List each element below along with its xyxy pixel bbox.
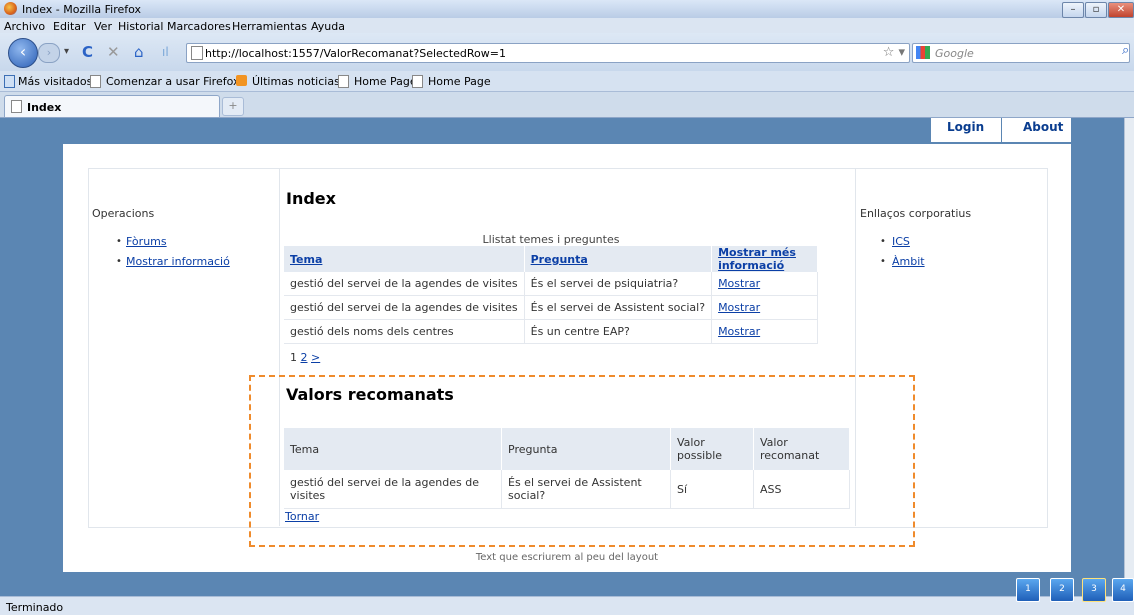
- menu-archivo[interactable]: Archivo: [4, 20, 45, 33]
- search-placeholder[interactable]: Google: [935, 47, 974, 60]
- menu-editar[interactable]: Editar: [53, 20, 86, 33]
- menu-ver[interactable]: Ver: [94, 20, 112, 33]
- cell-tema: gestió del servei de la agendes de visit…: [284, 295, 525, 320]
- page-icon: [11, 100, 22, 113]
- history-dropdown-icon[interactable]: ▾: [64, 44, 69, 60]
- title-bar: Index - Mozilla Firefox – ▫ ✕: [0, 0, 1134, 19]
- menu-ayuda[interactable]: Ayuda: [311, 20, 345, 33]
- table-row: gestió del servei de la agendes de visit…: [284, 272, 818, 296]
- ambit-link[interactable]: Àmbit: [892, 255, 925, 268]
- bookmark-home-page-1[interactable]: Home Page: [354, 75, 417, 88]
- tab-bar: Index +: [0, 92, 1134, 118]
- rss-icon: [236, 75, 247, 86]
- status-text: Terminado: [6, 601, 64, 614]
- desktop-switcher-2[interactable]: 2: [1050, 578, 1074, 602]
- ics-link[interactable]: ICS: [892, 235, 910, 248]
- signal-icon: ıl: [162, 45, 169, 59]
- column-header-mostrar[interactable]: Mostrar més informació: [711, 246, 818, 272]
- column-header-tema[interactable]: Tema: [284, 246, 525, 272]
- cell-pregunta: És el servei de psiquiatria?: [524, 272, 713, 296]
- search-go-icon[interactable]: ⌕: [1122, 43, 1129, 59]
- pager-next[interactable]: >: [311, 351, 320, 364]
- cell-pregunta: És un centre EAP?: [524, 319, 713, 344]
- cell-action: Mostrar: [711, 295, 818, 320]
- bookmark-ultimas-noticias[interactable]: Últimas noticias: [252, 75, 340, 88]
- menu-marcadores[interactable]: Marcadores: [167, 20, 231, 33]
- show-link[interactable]: Mostrar: [718, 277, 760, 290]
- table-caption: Llistat temes i preguntes: [482, 233, 620, 246]
- most-visited-icon: [4, 75, 15, 88]
- table-row: gestió dels noms dels centres És un cent…: [284, 319, 818, 344]
- maximize-button[interactable]: ▫: [1085, 2, 1107, 18]
- top-navigation: Login About: [931, 118, 1071, 142]
- navigation-toolbar: ‹ › ▾ C ✕ ⌂ ıl http://localhost:1557/Val…: [0, 33, 1134, 71]
- table-header-row: Tema Pregunta Mostrar més informació: [284, 246, 818, 272]
- column-header-pregunta[interactable]: Pregunta: [524, 246, 713, 272]
- bookmark-comenzar-firefox[interactable]: Comenzar a usar Firefox: [106, 75, 240, 88]
- firefox-icon: [4, 2, 17, 15]
- search-box[interactable]: Google: [912, 43, 1130, 63]
- url-text[interactable]: http://localhost:1557/ValorRecomanat?Sel…: [205, 47, 506, 60]
- bullet: •: [116, 256, 122, 267]
- page-footer: Text que escriurem al peu del layout: [475, 552, 659, 563]
- cell-action: Mostrar: [711, 272, 818, 296]
- vertical-scrollbar[interactable]: [1124, 118, 1134, 596]
- url-bar[interactable]: http://localhost:1557/ValorRecomanat?Sel…: [186, 43, 910, 63]
- tab-label: Index: [27, 101, 62, 114]
- pager-page-2[interactable]: 2: [301, 351, 308, 364]
- bookmark-star-icon[interactable]: ☆ ▾: [883, 45, 905, 60]
- desktop-switcher-3[interactable]: 3: [1082, 578, 1106, 602]
- close-button[interactable]: ✕: [1108, 2, 1134, 18]
- pager-current: 1: [290, 351, 297, 364]
- questions-table: Tema Pregunta Mostrar més informació ges…: [284, 246, 818, 344]
- menu-bar: Archivo Editar Ver Historial Marcadores …: [0, 18, 1134, 33]
- cell-tema: gestió dels noms dels centres: [284, 319, 525, 344]
- menu-historial[interactable]: Historial: [118, 20, 163, 33]
- menu-herramientas[interactable]: Herramientas: [232, 20, 307, 33]
- bullet: •: [116, 236, 122, 247]
- table-row: gestió del servei de la agendes de visit…: [284, 295, 818, 320]
- right-heading: Enllaços corporatius: [860, 207, 972, 220]
- cell-tema: gestió del servei de la agendes de visit…: [284, 272, 525, 296]
- show-link[interactable]: Mostrar: [718, 301, 760, 314]
- about-link[interactable]: About: [1023, 120, 1063, 134]
- home-icon[interactable]: ⌂: [134, 44, 144, 60]
- reload-icon[interactable]: C: [82, 44, 93, 60]
- new-tab-button[interactable]: +: [222, 97, 244, 116]
- login-link[interactable]: Login: [947, 120, 984, 134]
- bookmark-home-page-2[interactable]: Home Page: [428, 75, 491, 88]
- stop-icon[interactable]: ✕: [107, 44, 120, 60]
- cell-pregunta: És el servei de Assistent social?: [524, 295, 713, 320]
- minimize-button[interactable]: –: [1062, 2, 1084, 18]
- bullet: •: [880, 236, 886, 247]
- page-icon: [90, 75, 101, 88]
- status-bar: Terminado: [0, 596, 1134, 615]
- bullet: •: [880, 256, 886, 267]
- topnav-divider: [1001, 118, 1002, 142]
- forward-button[interactable]: ›: [38, 43, 60, 63]
- back-button[interactable]: ‹: [8, 38, 38, 68]
- cell-action: Mostrar: [711, 319, 818, 344]
- page-title: Index: [286, 189, 336, 208]
- bookmarks-toolbar: Más visitados Comenzar a usar Firefox Úl…: [0, 71, 1134, 92]
- left-heading: Operacions: [92, 207, 155, 220]
- forums-link[interactable]: Fòrums: [126, 235, 167, 248]
- pager: 1 2 >: [290, 351, 320, 364]
- google-icon[interactable]: [916, 46, 930, 59]
- page-icon: [338, 75, 349, 88]
- show-link[interactable]: Mostrar: [718, 325, 760, 338]
- desktop-switcher-1[interactable]: 1: [1016, 578, 1040, 602]
- tab-index[interactable]: Index: [4, 95, 220, 117]
- page-icon: [412, 75, 423, 88]
- show-info-link[interactable]: Mostrar informació: [126, 255, 230, 268]
- window-title: Index - Mozilla Firefox: [22, 3, 142, 16]
- desktop-switcher-4[interactable]: 4: [1112, 578, 1134, 602]
- highlight-box: [249, 375, 915, 547]
- page-icon: [191, 46, 203, 60]
- bookmark-mas-visitados[interactable]: Más visitados: [18, 75, 92, 88]
